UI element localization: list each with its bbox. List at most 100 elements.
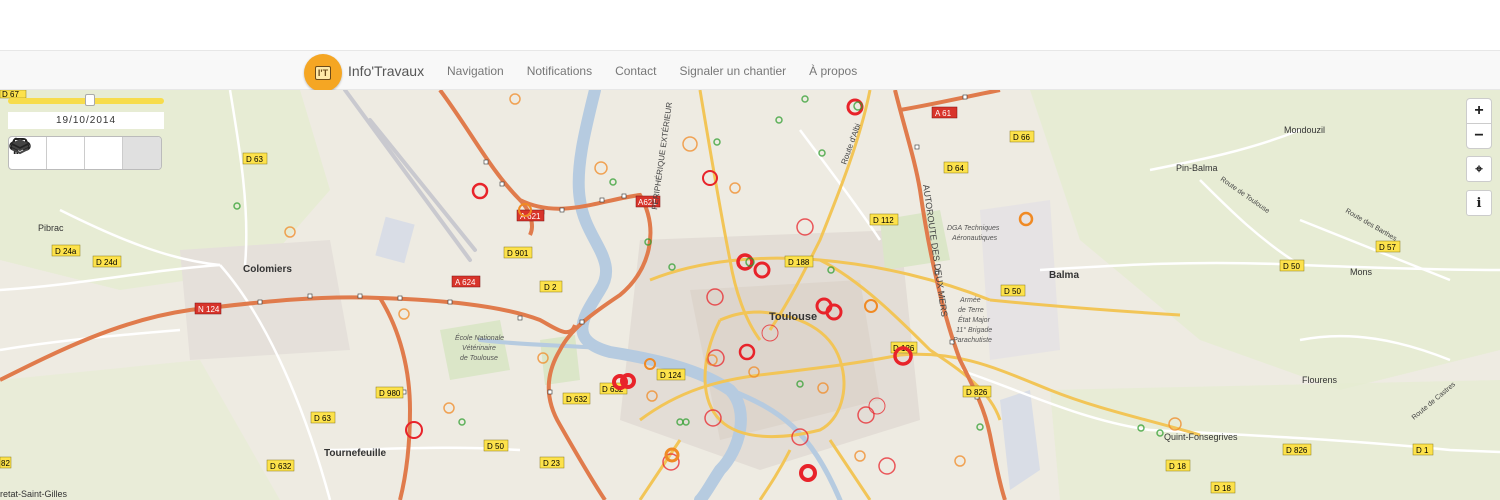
- road-tag: D 826: [1282, 443, 1312, 456]
- svg-text:de Terre: de Terre: [958, 307, 984, 314]
- svg-text:D 124: D 124: [660, 371, 682, 380]
- nav-navigation[interactable]: Navigation: [447, 64, 504, 78]
- road-tag: D 50: [483, 439, 509, 452]
- road-tag: D 980: [375, 386, 404, 399]
- transport-mode-selector: [8, 136, 162, 170]
- road-tag: 82: [0, 456, 12, 469]
- info-button[interactable]: i: [1466, 190, 1492, 216]
- svg-text:D 24a: D 24a: [55, 247, 77, 256]
- svg-text:D 980: D 980: [379, 389, 401, 398]
- road-tag: D 24a: [51, 244, 81, 257]
- svg-text:11° Brigade: 11° Brigade: [956, 326, 992, 334]
- svg-text:D 112: D 112: [873, 216, 894, 225]
- svg-text:D 64: D 64: [947, 164, 964, 173]
- svg-text:D 2: D 2: [544, 283, 557, 292]
- svg-text:D 50: D 50: [1283, 262, 1300, 271]
- svg-text:82: 82: [1, 459, 10, 468]
- road-tag: D 23: [539, 456, 565, 469]
- map-canvas[interactable]: D 67 D 63 D 24a D 24d N 124 A 624 A621 A…: [0, 90, 1500, 500]
- road-tag: D 112: [869, 213, 899, 226]
- road-tag: D 632: [562, 392, 591, 405]
- top-whitespace: [0, 0, 1500, 50]
- place-mondouzil: Mondouzil: [1284, 125, 1325, 135]
- svg-text:D 50: D 50: [1004, 287, 1021, 296]
- svg-text:D 188: D 188: [788, 258, 810, 267]
- svg-text:A 624: A 624: [455, 278, 476, 287]
- road-tag: D 18: [1210, 481, 1236, 494]
- road-tag: D 57: [1375, 240, 1401, 253]
- svg-text:État Major: État Major: [958, 315, 991, 324]
- road-tag: D 50: [1000, 284, 1026, 297]
- brand-logo-text: I'T: [314, 66, 332, 80]
- road-tag: D 18: [1165, 459, 1191, 472]
- car-button[interactable]: [11, 137, 123, 169]
- brand[interactable]: I'T Info'Travaux: [304, 51, 424, 92]
- svg-text:D 24d: D 24d: [96, 258, 117, 267]
- zoom-out-button[interactable]: −: [1466, 123, 1492, 149]
- zoom-in-button[interactable]: +: [1466, 98, 1492, 124]
- nav-links: Navigation Notifications Contact Signale…: [447, 51, 880, 91]
- map[interactable]: D 67 D 63 D 24a D 24d N 124 A 624 A621 A…: [0, 90, 1500, 500]
- svg-text:D 826: D 826: [966, 388, 988, 397]
- road-tag: A 61: [931, 106, 958, 119]
- road-tag: D 24d: [92, 255, 122, 268]
- brand-name[interactable]: Info'Travaux: [348, 63, 424, 79]
- nav-contact[interactable]: Contact: [615, 64, 656, 78]
- road-tag: D 50: [1279, 259, 1305, 272]
- all-modes-button[interactable]: [11, 137, 161, 169]
- road-tag: N 124: [194, 302, 222, 315]
- svg-text:D 18: D 18: [1214, 484, 1231, 493]
- nav-signaler-chantier[interactable]: Signaler un chantier: [679, 64, 786, 78]
- road-tag: D 826: [962, 385, 992, 398]
- bicycle-button[interactable]: [9, 137, 85, 169]
- svg-text:D 1: D 1: [1416, 446, 1429, 455]
- road-tag: D 2: [539, 280, 563, 293]
- svg-text:Aéronautiques: Aéronautiques: [951, 235, 998, 242]
- svg-text:D 632: D 632: [270, 462, 292, 471]
- svg-text:de Toulouse: de Toulouse: [460, 355, 498, 362]
- date-slider[interactable]: [8, 94, 164, 106]
- road-tag: D 188: [784, 255, 814, 268]
- place-mons: Mons: [1350, 267, 1373, 277]
- svg-text:A 61: A 61: [935, 109, 952, 118]
- place-pibrac: Pibrac: [38, 223, 64, 233]
- road-tag: D 1: [1412, 443, 1434, 456]
- road-tag: D 901: [503, 246, 533, 259]
- crosshair-icon: ⌖: [1475, 161, 1483, 176]
- svg-text:N 124: N 124: [198, 305, 220, 314]
- svg-text:DGA Techniques: DGA Techniques: [947, 225, 1000, 232]
- locate-button[interactable]: ⌖: [1466, 156, 1492, 182]
- place-pin-balma: Pin-Balma: [1176, 163, 1218, 173]
- place-tournefeuille: Tournefeuille: [324, 448, 386, 459]
- road-tag: D 64: [943, 161, 969, 174]
- svg-text:D 901: D 901: [507, 249, 529, 258]
- road-tag: D 124: [656, 368, 686, 381]
- svg-text:D 63: D 63: [314, 414, 331, 423]
- info-icon: i: [1476, 195, 1482, 211]
- place-toulouse: Toulouse: [769, 311, 817, 323]
- nav-notifications[interactable]: Notifications: [527, 64, 592, 78]
- svg-text:Parachutiste: Parachutiste: [953, 337, 992, 344]
- road-tag: D 63: [310, 411, 336, 424]
- brand-logo[interactable]: I'T: [304, 54, 342, 92]
- place-quint-fonsegrives: Quint-Fonsegrives: [1164, 432, 1238, 442]
- road-tag: D 63: [242, 152, 268, 165]
- nav-a-propos[interactable]: À propos: [809, 64, 857, 78]
- svg-text:D 57: D 57: [1379, 243, 1396, 252]
- svg-text:D 66: D 66: [1013, 133, 1030, 142]
- svg-text:D 18: D 18: [1169, 462, 1186, 471]
- date-slider-handle[interactable]: [85, 94, 96, 106]
- svg-text:D 63: D 63: [246, 155, 263, 164]
- svg-text:D 23: D 23: [543, 459, 560, 468]
- svg-text:Vétérinaire: Vétérinaire: [462, 345, 496, 352]
- svg-text:Armée: Armée: [959, 297, 981, 304]
- date-display: 19/10/2014: [8, 112, 164, 129]
- svg-text:D 632: D 632: [566, 395, 588, 404]
- navbar: I'T Info'Travaux Navigation Notification…: [0, 50, 1500, 92]
- road-tag: D 66: [1009, 130, 1035, 143]
- svg-text:École Nationale: École Nationale: [455, 333, 504, 342]
- place-flourens: Flourens: [1302, 375, 1338, 385]
- road-tag: D 632: [266, 459, 295, 472]
- place-plaisance: retat-Saint-Gilles: [0, 489, 68, 499]
- svg-text:D 50: D 50: [487, 442, 504, 451]
